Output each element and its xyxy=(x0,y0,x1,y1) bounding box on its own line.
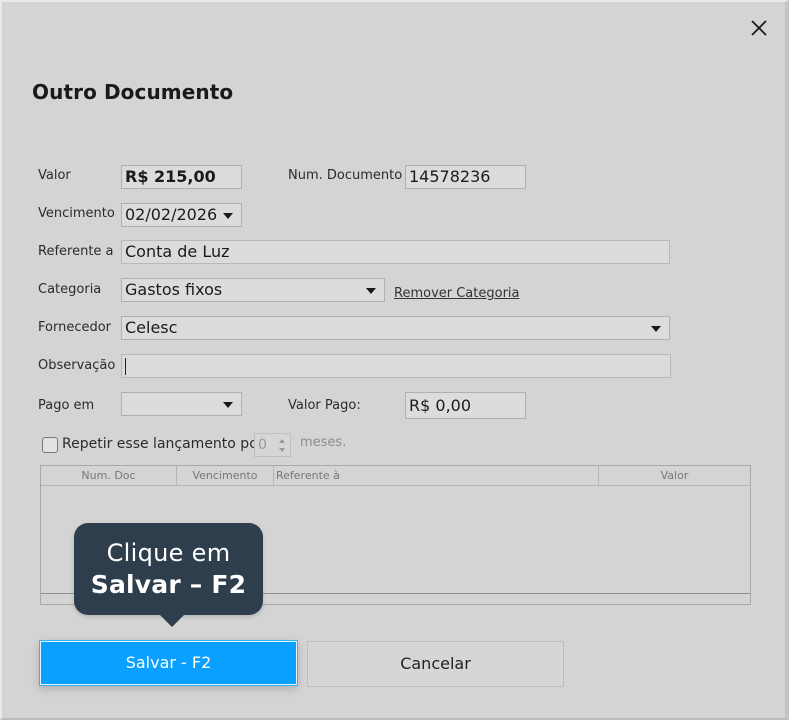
valor-pago-label: Valor Pago: xyxy=(288,398,361,413)
chevron-down-icon[interactable] xyxy=(279,448,285,452)
num-documento-field[interactable]: 14578236 xyxy=(405,165,526,189)
categoria-select[interactable]: Gastos fixos xyxy=(121,278,385,302)
vencimento-select[interactable]: 02/02/2026 xyxy=(121,203,242,227)
column-header-vencimento[interactable]: Vencimento xyxy=(177,466,274,485)
fornecedor-select[interactable]: Celesc xyxy=(121,316,670,340)
chevron-down-icon xyxy=(223,402,233,408)
meses-stepper-value: 0 xyxy=(258,437,267,453)
referente-label: Referente a xyxy=(38,244,114,259)
vencimento-value: 02/02/2026 xyxy=(125,205,218,224)
tooltip-line-1: Clique em xyxy=(106,539,231,567)
dialog-title: Outro Documento xyxy=(32,80,234,104)
valor-label: Valor xyxy=(38,168,71,183)
num-documento-label: Num. Documento xyxy=(288,168,403,183)
document-dialog: Outro Documento Valor R$ 215,00 Num. Doc… xyxy=(0,0,789,720)
chevron-up-icon[interactable] xyxy=(279,439,285,443)
pago-em-label: Pago em xyxy=(38,398,95,413)
fornecedor-label: Fornecedor xyxy=(38,320,112,335)
save-tooltip: Clique em Salvar – F2 xyxy=(74,523,263,627)
close-button[interactable] xyxy=(747,16,773,42)
meses-label: meses. xyxy=(300,435,347,450)
valor-pago-field[interactable]: R$ 0,00 xyxy=(405,392,526,419)
categoria-label: Categoria xyxy=(38,282,102,297)
repetir-label: Repetir esse lançamento por xyxy=(62,436,264,452)
remover-categoria-link[interactable]: Remover Categoria xyxy=(394,286,520,301)
tooltip-line-2: Salvar – F2 xyxy=(90,570,247,599)
chevron-down-icon xyxy=(366,288,376,294)
fornecedor-value: Celesc xyxy=(125,318,178,337)
close-icon[interactable] xyxy=(747,16,773,42)
observacao-field[interactable] xyxy=(121,354,671,378)
valor-field[interactable]: R$ 215,00 xyxy=(121,165,242,189)
column-header-referente[interactable]: Referente à xyxy=(274,466,599,485)
pago-em-select[interactable] xyxy=(121,392,242,416)
chevron-down-icon xyxy=(223,213,233,219)
referente-field[interactable]: Conta de Luz xyxy=(121,240,670,264)
chevron-down-icon xyxy=(651,326,661,332)
categoria-value: Gastos fixos xyxy=(125,280,223,299)
observacao-label: Observação xyxy=(38,358,116,373)
repetir-checkbox[interactable] xyxy=(42,437,58,453)
text-cursor xyxy=(125,358,126,375)
column-header-num-doc[interactable]: Num. Doc xyxy=(41,466,177,485)
cancel-button[interactable]: Cancelar xyxy=(307,641,564,687)
vencimento-label: Vencimento xyxy=(38,206,115,221)
column-header-valor[interactable]: Valor xyxy=(599,466,750,485)
save-button[interactable]: Salvar - F2 xyxy=(39,640,298,686)
meses-stepper[interactable]: 0 xyxy=(254,433,291,457)
table-header: Num. Doc Vencimento Referente à Valor xyxy=(41,466,750,486)
